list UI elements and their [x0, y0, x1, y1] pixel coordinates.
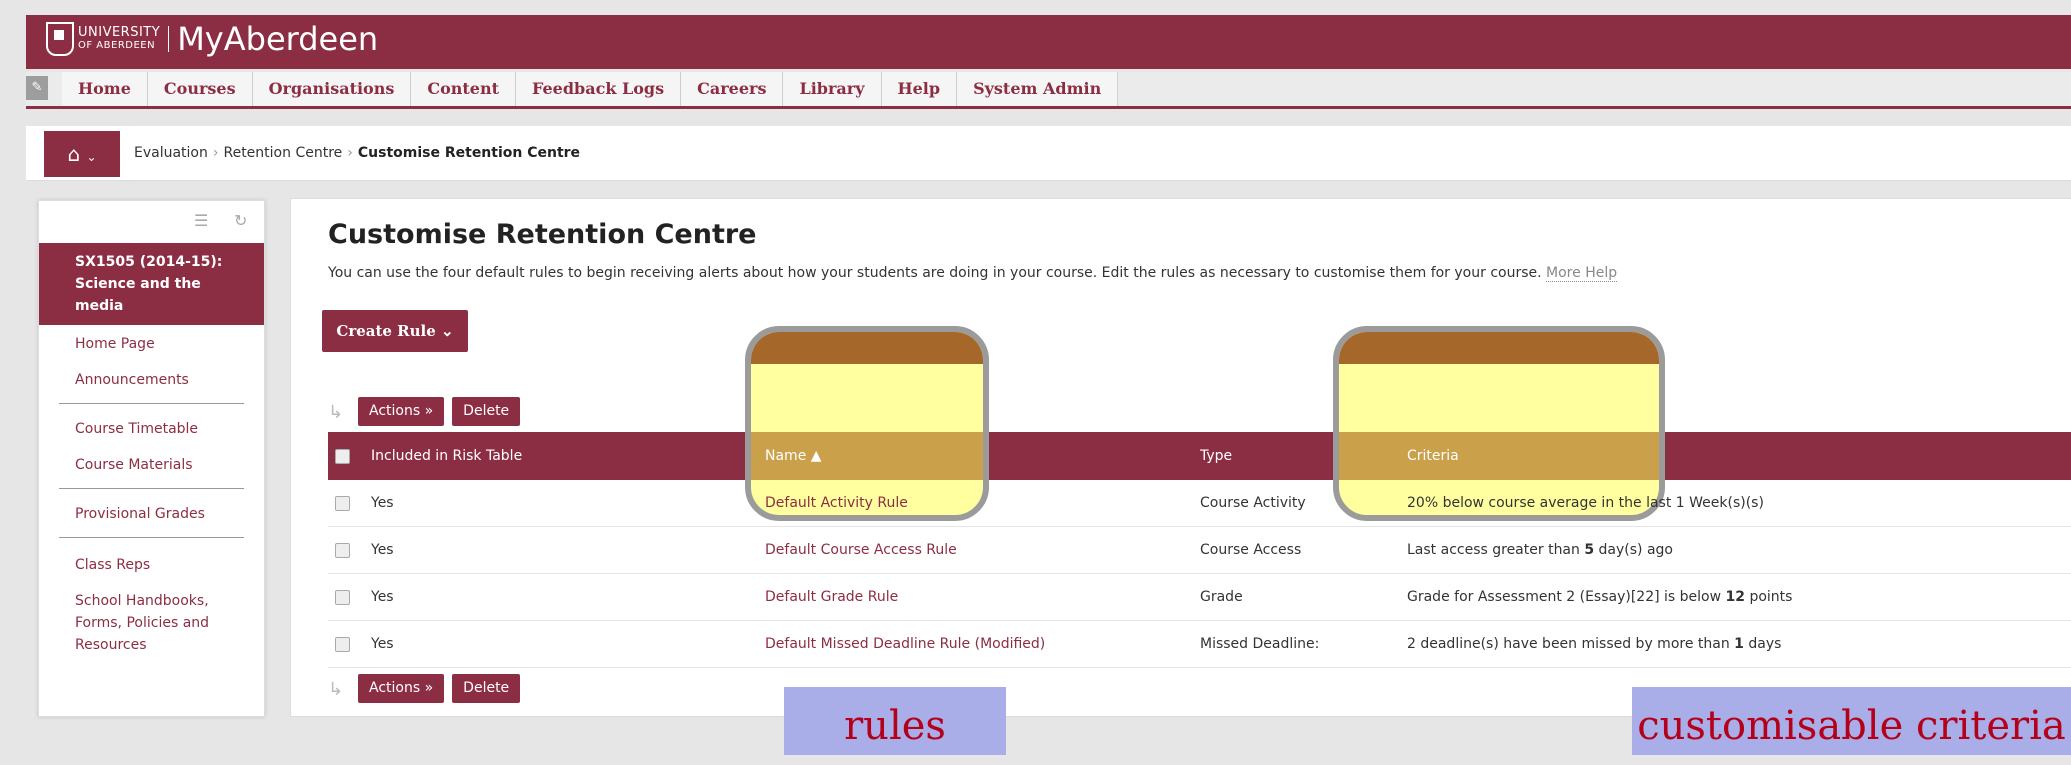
- header-name[interactable]: Name ▲: [765, 432, 822, 480]
- home-icon: ⌂: [67, 142, 81, 166]
- corner-arrow-icon: ↳: [328, 401, 344, 423]
- row-checkbox[interactable]: [335, 496, 350, 511]
- main-nav: ✎ Home Courses Organisations Content Fee…: [26, 72, 2071, 109]
- corner-arrow-icon: ↳: [328, 678, 344, 700]
- breadcrumb-retention-centre[interactable]: Retention Centre: [223, 145, 342, 161]
- cell-name[interactable]: Default Grade Rule: [765, 574, 898, 620]
- table-row: Yes Default Missed Deadline Rule (Modifi…: [328, 621, 2071, 668]
- nav-tab-feedback-logs[interactable]: Feedback Logs: [516, 72, 682, 106]
- cell-name[interactable]: Default Missed Deadline Rule (Modified): [765, 621, 1045, 667]
- home-menu-button[interactable]: ⌂ ⌄: [44, 131, 120, 177]
- delete-button-bottom[interactable]: Delete: [452, 674, 521, 703]
- cell-included: Yes: [371, 495, 394, 511]
- breadcrumb-separator: ›: [212, 145, 219, 161]
- sidebar-item-home-page[interactable]: Home Page: [39, 333, 264, 355]
- header-criteria[interactable]: Criteria: [1407, 432, 1459, 480]
- breadcrumb-separator: ›: [347, 145, 353, 161]
- breadcrumb-bar: ⌂ ⌄ Evaluation › Retention Centre › Customis…: [26, 126, 2071, 181]
- pin-icon[interactable]: ✎: [26, 76, 48, 100]
- course-title[interactable]: SX1505 (2014-15): Science and the media: [39, 243, 264, 325]
- cell-included: Yes: [371, 542, 394, 558]
- create-rule-button[interactable]: Create Rule ⌄: [322, 310, 468, 352]
- content-area: Customise Retention Centre You can use t…: [290, 198, 2071, 717]
- nav-tab-careers[interactable]: Careers: [681, 72, 784, 106]
- nav-tab-system-admin[interactable]: System Admin: [957, 72, 1119, 106]
- nav-tab-home[interactable]: Home: [62, 72, 148, 106]
- cell-name[interactable]: Default Activity Rule: [765, 480, 908, 526]
- university-logo[interactable]: UNIVERSITY OF ABERDEEN MyAberdeen: [46, 21, 378, 57]
- header-bar: UNIVERSITY OF ABERDEEN MyAberdeen: [26, 15, 2071, 69]
- sort-ascending-icon: ▲: [810, 448, 822, 464]
- list-view-icon[interactable]: ☰: [194, 211, 208, 230]
- cell-criteria: 2 deadline(s) have been missed by more t…: [1407, 636, 1782, 652]
- row-checkbox[interactable]: [335, 637, 350, 652]
- cell-type: Course Activity: [1200, 495, 1306, 511]
- university-wordmark: UNIVERSITY OF ABERDEEN: [78, 26, 170, 52]
- page-description: You can use the four default rules to be…: [328, 265, 1618, 282]
- criteria-header-highlight: [1339, 332, 1659, 364]
- nav-tab-content[interactable]: Content: [411, 72, 517, 106]
- sidebar-item-class-reps[interactable]: Class Reps: [39, 554, 264, 576]
- app-title: MyAberdeen: [177, 20, 379, 58]
- sidebar-item-course-timetable[interactable]: Course Timetable: [39, 418, 264, 440]
- sidebar-item-announcements[interactable]: Announcements: [39, 369, 264, 391]
- refresh-icon[interactable]: ↻: [234, 211, 247, 230]
- criteria-annotation-label: customisable criteria: [1632, 687, 2071, 755]
- nav-tab-organisations[interactable]: Organisations: [252, 72, 412, 106]
- table-row: Yes Default Activity Rule Course Activit…: [328, 480, 2071, 527]
- table-row: Yes Default Grade Rule Grade Grade for A…: [328, 574, 2071, 621]
- cell-included: Yes: [371, 636, 394, 652]
- delete-button-top[interactable]: Delete: [452, 397, 521, 426]
- chevron-down-icon: ⌄: [86, 150, 97, 164]
- rules-annotation-label: rules: [784, 687, 1006, 755]
- row-checkbox[interactable]: [335, 543, 350, 558]
- sidebar-item-provisional-grades[interactable]: Provisional Grades: [39, 503, 264, 525]
- cell-criteria: Last access greater than 5 day(s) ago: [1407, 542, 1673, 558]
- header-included[interactable]: Included in Risk Table: [371, 432, 522, 480]
- cell-criteria: 20% below course average in the last 1 W…: [1407, 495, 1764, 511]
- cell-type: Missed Deadline:: [1200, 636, 1320, 652]
- row-checkbox[interactable]: [335, 590, 350, 605]
- top-action-bar: ↳ Actions » Delete: [328, 397, 521, 426]
- more-help-link[interactable]: More Help: [1546, 265, 1618, 282]
- rules-header-highlight: [751, 332, 983, 364]
- bottom-action-bar: ↳ Actions » Delete: [328, 674, 521, 703]
- page-title: Customise Retention Centre: [328, 219, 757, 250]
- table-row: Yes Default Course Access Rule Course Ac…: [328, 527, 2071, 574]
- cell-type: Grade: [1200, 589, 1243, 605]
- breadcrumb: Evaluation › Retention Centre › Customise Re…: [134, 126, 580, 180]
- header-type[interactable]: Type: [1200, 432, 1232, 480]
- actions-button-top[interactable]: Actions »: [358, 397, 445, 426]
- chevron-down-icon: ⌄: [441, 322, 454, 340]
- description-text: You can use the four default rules to be…: [328, 265, 1542, 281]
- breadcrumb-current: Customise Retention Centre: [357, 145, 581, 161]
- nav-tab-courses[interactable]: Courses: [147, 72, 253, 106]
- cell-name[interactable]: Default Course Access Rule: [765, 527, 957, 573]
- nav-tab-help[interactable]: Help: [881, 72, 958, 106]
- cell-included: Yes: [371, 589, 394, 605]
- cell-criteria: Grade for Assessment 2 (Essay)[22] is be…: [1407, 589, 1793, 605]
- breadcrumb-evaluation[interactable]: Evaluation: [134, 145, 208, 161]
- nav-tab-library[interactable]: Library: [783, 72, 882, 106]
- double-chevron-icon: »: [424, 403, 434, 419]
- course-menu: ☰ ↻ SX1505 (2014-15): Science and the me…: [38, 200, 265, 717]
- sidebar-item-school-handbooks[interactable]: School Handbooks, Forms, Policies and Re…: [39, 590, 261, 656]
- cell-type: Course Access: [1200, 542, 1302, 558]
- actions-button-bottom[interactable]: Actions »: [358, 674, 445, 703]
- sidebar-item-course-materials[interactable]: Course Materials: [39, 454, 264, 476]
- crest-icon: [46, 22, 74, 56]
- double-chevron-icon: »: [424, 680, 434, 696]
- select-all-checkbox[interactable]: [335, 449, 350, 464]
